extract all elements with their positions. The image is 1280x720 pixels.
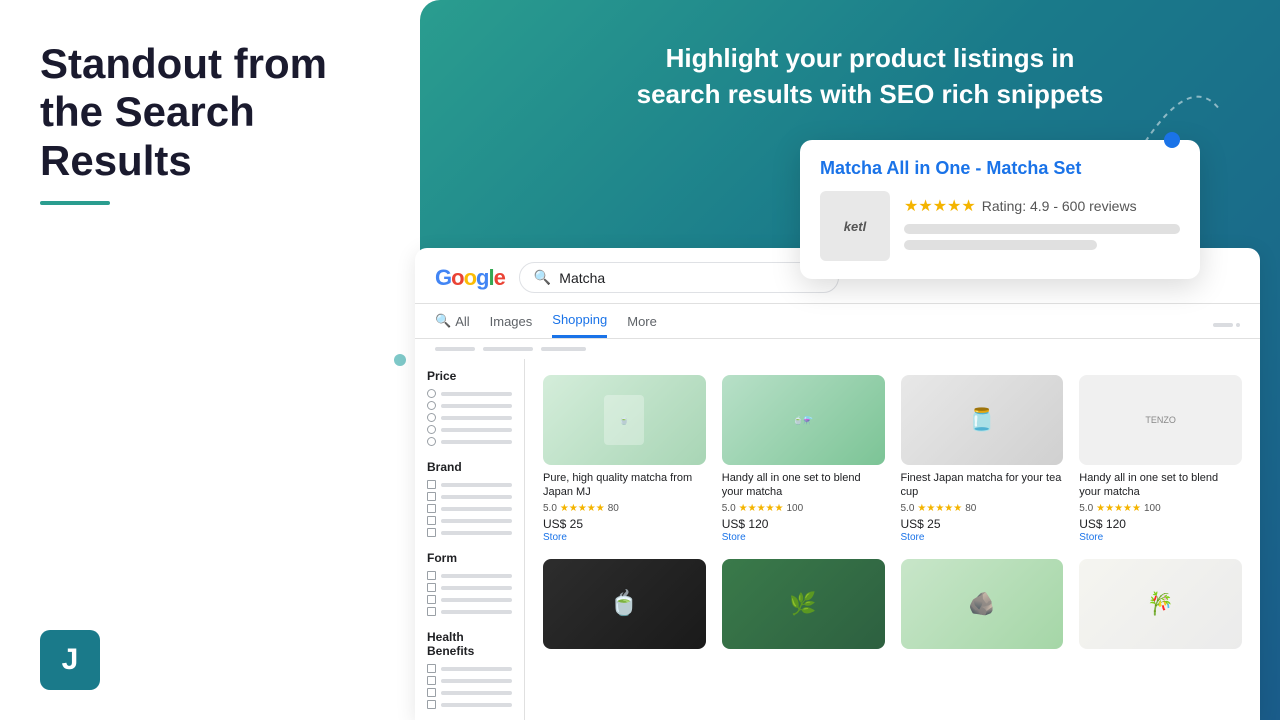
list-item[interactable]	[427, 676, 512, 685]
product-rating-row-4: 5.0 ★★★★★ 100	[1079, 503, 1242, 514]
heading-underline	[40, 201, 110, 205]
list-item[interactable]	[427, 413, 512, 422]
product-card-1[interactable]: 🍵 Pure, high quality matcha from Japan M…	[535, 367, 714, 551]
nav-tabs: 🔍 All Images Shopping More	[415, 304, 1260, 339]
list-item[interactable]	[427, 607, 512, 616]
list-item[interactable]	[427, 595, 512, 604]
product-card-7[interactable]: 🪨	[893, 551, 1072, 663]
right-heading: Highlight your product listings in searc…	[500, 40, 1240, 113]
filter-health-benefits-options	[427, 664, 512, 709]
filter-price: Price	[427, 369, 512, 446]
product-rating-row-2: 5.0 ★★★★★ 100	[722, 503, 885, 514]
filter-price-options	[427, 389, 512, 446]
product-name-4: Handy all in one set to blend your match…	[1079, 471, 1242, 500]
product-card-4[interactable]: TENZO Handy all in one set to blend your…	[1071, 367, 1250, 551]
filter-price-title: Price	[427, 369, 512, 383]
product-rating-row-3: 5.0 ★★★★★ 80	[901, 503, 1064, 514]
filter-form: Form	[427, 551, 512, 616]
product-card-6[interactable]: 🌿	[714, 551, 893, 663]
filter-form-options	[427, 571, 512, 616]
google-logo: Google	[435, 265, 505, 291]
snippet-bar-2	[904, 240, 1097, 250]
list-item[interactable]	[427, 700, 512, 709]
product-rating-row-1: 5.0 ★★★★★ 80	[543, 503, 706, 514]
product-store-4[interactable]: Store	[1079, 532, 1242, 543]
list-item[interactable]	[427, 437, 512, 446]
list-item[interactable]	[427, 504, 512, 513]
product-image-6: 🌿	[722, 559, 885, 649]
snippet-body: ketl ★★★★★ Rating: 4.9 - 600 reviews	[820, 191, 1180, 261]
product-price-4: US$ 120	[1079, 517, 1242, 531]
list-item[interactable]	[427, 571, 512, 580]
filter-brand-title: Brand	[427, 460, 512, 474]
scroll-handle	[1213, 312, 1240, 338]
list-item[interactable]	[427, 664, 512, 673]
sidebar-filters: Price Brand	[415, 359, 525, 720]
product-card-3[interactable]: 🫙 Finest Japan matcha for your tea cup 5…	[893, 367, 1072, 551]
list-item[interactable]	[427, 389, 512, 398]
google-shopping-mock: Google 🔍 Matcha 🔍 All Images Shopping Mo…	[415, 248, 1260, 720]
product-image-7: 🪨	[901, 559, 1064, 649]
product-image-8: 🎋	[1079, 559, 1242, 649]
left-panel: Standout from the Search Results	[0, 0, 420, 720]
snippet-bar-1	[904, 224, 1180, 234]
snippet-image: ketl	[820, 191, 890, 261]
product-name-3: Finest Japan matcha for your tea cup	[901, 471, 1064, 500]
product-name-2: Handy all in one set to blend your match…	[722, 471, 885, 500]
product-card-2[interactable]: 🍵⚗️ Handy all in one set to blend your m…	[714, 367, 893, 551]
product-image-5: 🍵	[543, 559, 706, 649]
product-price-2: US$ 120	[722, 517, 885, 531]
product-image-4: TENZO	[1079, 375, 1242, 465]
main-heading: Standout from the Search Results	[40, 40, 380, 185]
product-store-3[interactable]: Store	[901, 532, 1064, 543]
filter-brand-options	[427, 480, 512, 537]
tab-more[interactable]: More	[627, 312, 657, 338]
filter-brand: Brand	[427, 460, 512, 537]
tab-images[interactable]: Images	[490, 312, 533, 338]
snippet-stars: ★★★★★	[904, 196, 976, 216]
filter-health-benefits-title: Health Benefits	[427, 630, 512, 658]
content-area: Price Brand	[415, 359, 1260, 720]
product-image-1: 🍵	[543, 375, 706, 465]
snippet-info: ★★★★★ Rating: 4.9 - 600 reviews	[904, 196, 1180, 256]
search-icon: 🔍	[534, 269, 551, 286]
search-bar[interactable]: 🔍 Matcha	[519, 262, 839, 293]
right-top-text: Highlight your product listings in searc…	[500, 40, 1240, 113]
tab-all[interactable]: 🔍 All	[435, 312, 470, 338]
product-image-2: 🍵⚗️	[722, 375, 885, 465]
list-item[interactable]	[427, 688, 512, 697]
filter-bars-row	[415, 339, 1260, 359]
snippet-accent-dot	[1164, 132, 1180, 148]
rich-snippet-card: Matcha All in One - Matcha Set ketl ★★★★…	[800, 140, 1200, 279]
product-store-2[interactable]: Store	[722, 532, 885, 543]
snippet-rating-row: ★★★★★ Rating: 4.9 - 600 reviews	[904, 196, 1180, 216]
list-item[interactable]	[427, 516, 512, 525]
snippet-title: Matcha All in One - Matcha Set	[820, 158, 1180, 179]
snippet-rating-text: Rating: 4.9 - 600 reviews	[982, 198, 1137, 214]
list-item[interactable]	[427, 401, 512, 410]
product-price-3: US$ 25	[901, 517, 1064, 531]
product-image-3: 🫙	[901, 375, 1064, 465]
filter-form-title: Form	[427, 551, 512, 565]
product-store-1[interactable]: Store	[543, 532, 706, 543]
product-card-5[interactable]: 🍵	[535, 551, 714, 663]
list-item[interactable]	[427, 528, 512, 537]
product-card-8[interactable]: 🎋	[1071, 551, 1250, 663]
product-price-1: US$ 25	[543, 517, 706, 531]
product-grid: 🍵 Pure, high quality matcha from Japan M…	[525, 359, 1260, 720]
tab-shopping[interactable]: Shopping	[552, 312, 607, 338]
filter-health-benefits: Health Benefits	[427, 630, 512, 709]
product-name-1: Pure, high quality matcha from Japan MJ	[543, 471, 706, 500]
list-item[interactable]	[427, 492, 512, 501]
list-item[interactable]	[427, 425, 512, 434]
search-text: Matcha	[559, 270, 605, 286]
list-item[interactable]	[427, 583, 512, 592]
list-item[interactable]	[427, 480, 512, 489]
